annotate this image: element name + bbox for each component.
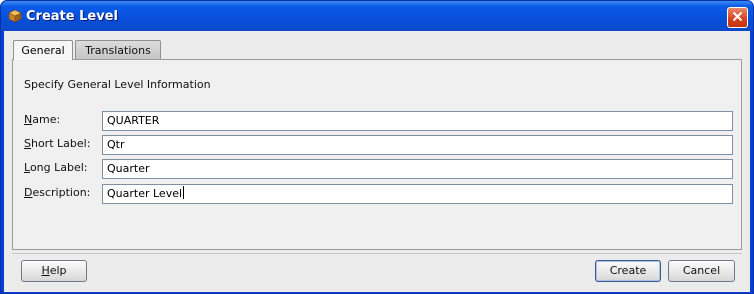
description-row: Description: Quarter Level [24, 184, 739, 205]
short-label-field[interactable]: Qtr [102, 135, 733, 155]
short-label-label: Short Label: [24, 137, 91, 150]
long-label-label: Long Label: [24, 161, 88, 174]
tab-translations[interactable]: Translations [75, 40, 161, 59]
name-label: Name: [24, 113, 61, 126]
description-value: Quarter Level [107, 187, 183, 200]
general-tab-panel: Specify General Level Information Name: … [12, 59, 742, 250]
title-bar[interactable]: Create Level [1, 1, 753, 31]
create-button[interactable]: Create [595, 260, 661, 282]
help-button[interactable]: Help [21, 260, 87, 282]
level-cube-icon [7, 8, 23, 24]
close-icon [732, 11, 743, 25]
text-caret [183, 186, 185, 199]
tab-general[interactable]: General [13, 40, 73, 60]
name-row: Name: QUARTER [24, 111, 739, 132]
create-level-dialog: Create Level General Translations Specif… [0, 0, 754, 294]
button-bar-separator [12, 253, 742, 254]
dialog-title: Create Level [26, 9, 118, 24]
short-label-row: Short Label: Qtr [24, 135, 739, 156]
description-label: Description: [24, 186, 91, 199]
description-field[interactable]: Quarter Level [102, 184, 733, 204]
long-label-row: Long Label: Quarter [24, 159, 739, 180]
name-field[interactable]: QUARTER [102, 111, 733, 131]
cancel-button[interactable]: Cancel [668, 260, 735, 282]
section-heading: Specify General Level Information [24, 78, 211, 91]
close-button[interactable] [727, 7, 748, 28]
dialog-body: General Translations Specify General Lev… [4, 31, 750, 292]
long-label-field[interactable]: Quarter [102, 159, 733, 179]
